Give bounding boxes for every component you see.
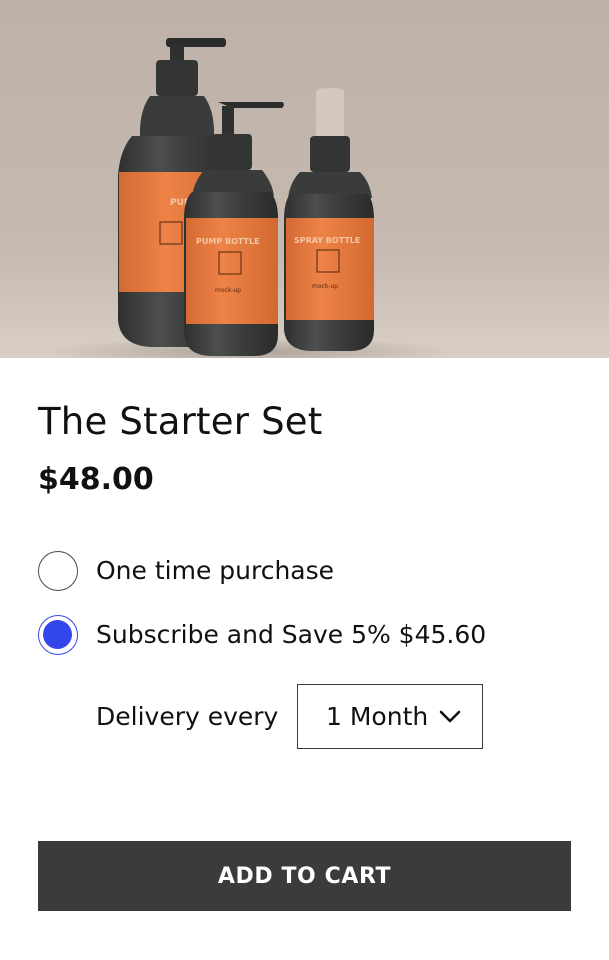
product-image: PUMP BOTTLE PUMP BOTTLE mock-up bbox=[0, 0, 609, 358]
product-title: The Starter Set bbox=[38, 400, 323, 443]
chevron-down-icon bbox=[439, 710, 461, 723]
option-one-time-purchase[interactable]: One time purchase bbox=[38, 550, 334, 591]
delivery-frequency-select[interactable]: 1 Month bbox=[297, 684, 483, 749]
svg-text:mock-up: mock-up bbox=[312, 283, 338, 290]
svg-text:mock-up: mock-up bbox=[215, 287, 241, 294]
add-to-cart-button[interactable]: ADD TO CART bbox=[38, 841, 571, 911]
option-subscribe-and-save[interactable]: Subscribe and Save 5% $45.60 bbox=[38, 614, 486, 655]
radio-selected-dot bbox=[43, 619, 72, 649]
svg-text:SPRAY BOTTLE: SPRAY BOTTLE bbox=[294, 236, 360, 245]
one-time-radio[interactable] bbox=[38, 550, 78, 591]
product-page: PUMP BOTTLE PUMP BOTTLE mock-up bbox=[0, 0, 609, 960]
subscribe-radio[interactable] bbox=[38, 614, 78, 655]
product-price: $48.00 bbox=[38, 462, 154, 497]
delivery-frequency-value: 1 Month bbox=[326, 702, 429, 731]
one-time-label: One time purchase bbox=[96, 556, 335, 585]
subscribe-label: Subscribe and Save 5% $45.60 bbox=[96, 620, 487, 649]
delivery-frequency-label: Delivery every bbox=[96, 702, 279, 731]
svg-text:PUMP BOTTLE: PUMP BOTTLE bbox=[196, 237, 260, 246]
